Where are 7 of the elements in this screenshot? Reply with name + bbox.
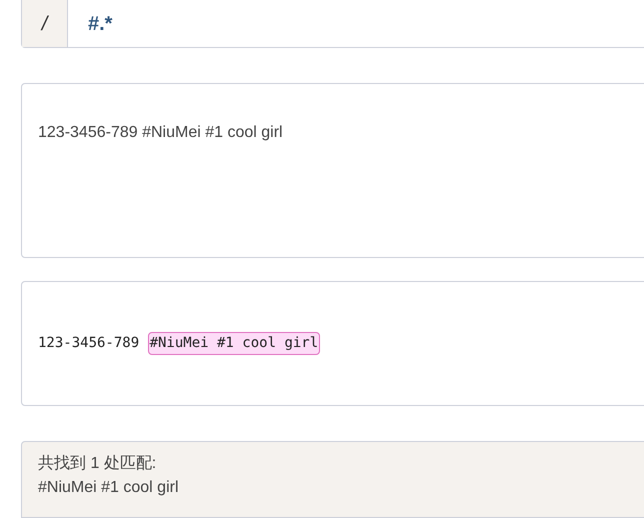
- result-text: 123-3456-789: [38, 334, 140, 353]
- delimiter-label: /: [22, 0, 68, 47]
- test-text-area[interactable]: 123-3456-789 #NiuMei #1 cool girl: [21, 83, 644, 258]
- match-count-text: 共找到 1 处匹配:: [38, 454, 156, 474]
- regex-input-field[interactable]: #.*: [68, 0, 644, 47]
- match-text: #NiuMei #1 cool girl: [38, 478, 179, 498]
- match-highlight: #NiuMei #1 cool girl: [148, 332, 320, 355]
